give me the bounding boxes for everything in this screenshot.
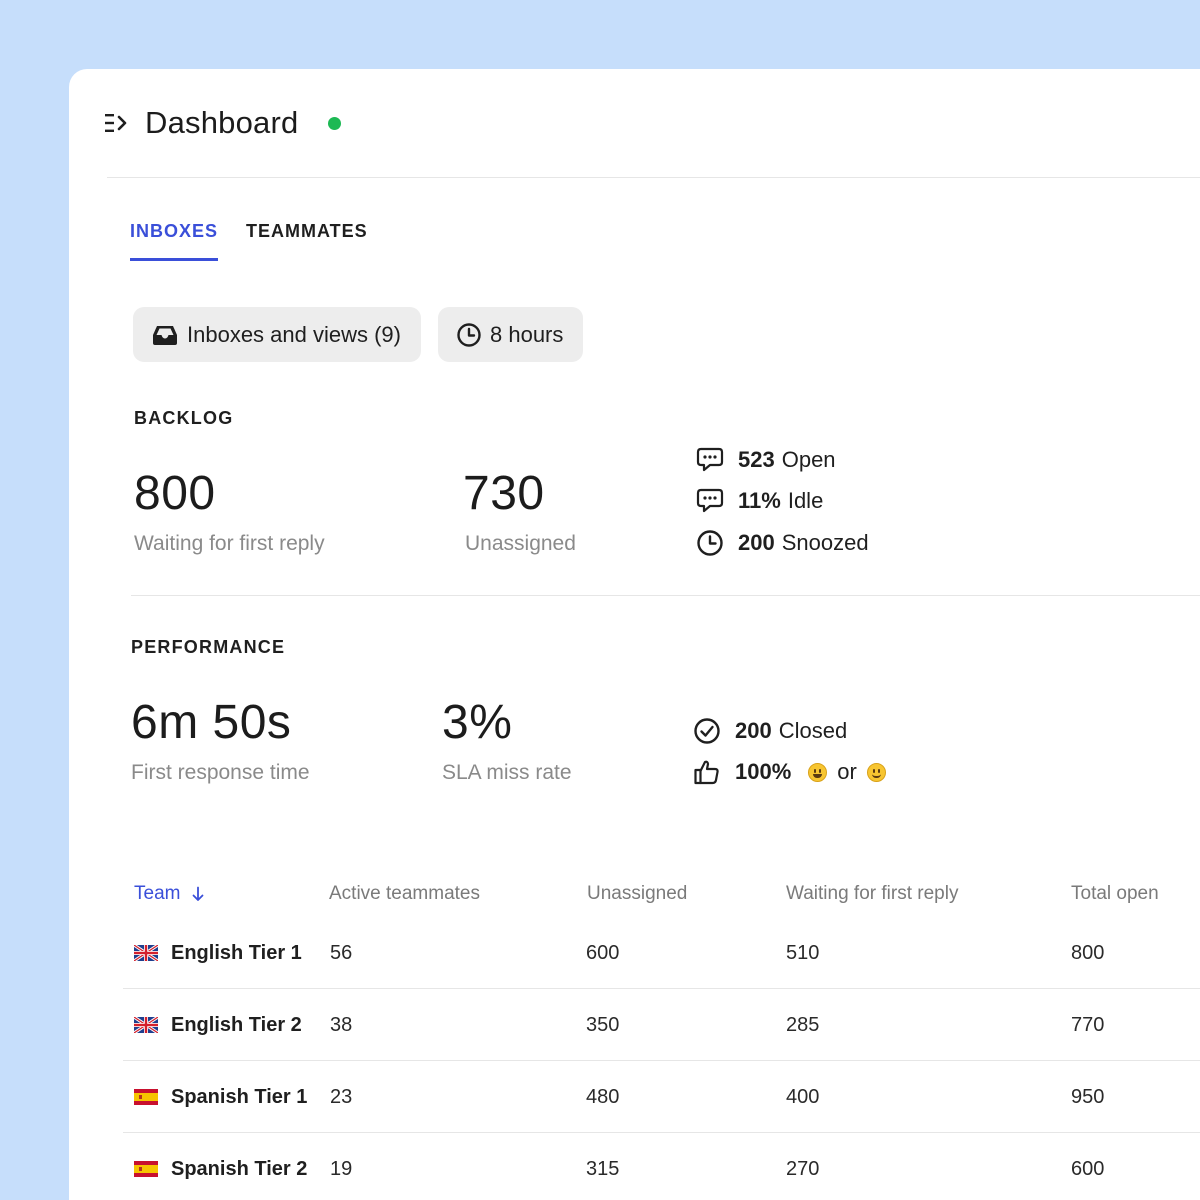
idle-value: 11% — [738, 488, 781, 513]
unassigned-cell: 315 — [586, 1157, 620, 1180]
grinning-face-icon — [808, 762, 828, 782]
spain-flag-icon — [134, 1089, 158, 1105]
inboxes-filter-button[interactable]: Inboxes and views (9) — [133, 307, 421, 362]
active-teammates-cell: 23 — [330, 1085, 353, 1108]
sla-miss-value: 3% — [442, 696, 513, 749]
open-label: Open — [781, 447, 836, 472]
first-response-label: First response time — [131, 761, 310, 784]
thumbs-up-icon — [694, 760, 719, 785]
open-value: 523 — [738, 447, 775, 472]
clock-icon — [457, 322, 481, 347]
closed-stat: 200 Closed — [693, 717, 847, 745]
backlog-heading: BACKLOG — [134, 408, 234, 428]
idle-label: Idle — [787, 488, 824, 513]
snoozed-label: Snoozed — [781, 530, 869, 555]
table-row[interactable]: English Tier 1 56 600 510 800 — [123, 917, 1200, 989]
column-header-total-open[interactable]: Total open — [1071, 883, 1159, 905]
waiting-cell: 510 — [786, 941, 820, 964]
backlog-divider — [131, 595, 1200, 596]
csat-stat: 100% or — [693, 758, 896, 786]
waiting-value: 800 — [134, 467, 216, 520]
snoozed-value: 200 — [738, 530, 775, 555]
unassigned-cell: 480 — [586, 1085, 620, 1108]
check-circle-icon — [694, 718, 720, 744]
table-row[interactable]: English Tier 2 38 350 285 770 — [123, 989, 1200, 1061]
clock-icon — [697, 530, 723, 556]
total-open-cell: 770 — [1071, 1013, 1105, 1036]
status-indicator — [328, 116, 342, 130]
column-header-unassigned[interactable]: Unassigned — [587, 883, 687, 905]
idle-stat: 11% Idle — [696, 488, 823, 514]
first-response-value: 6m 50s — [131, 696, 292, 749]
page-title: Dashboard — [145, 105, 299, 140]
chat-bubble-icon — [696, 488, 724, 513]
team-cell: Spanish Tier 1 — [134, 1061, 307, 1133]
snoozed-stat: 200 Snoozed — [696, 529, 869, 557]
tab-inboxes[interactable]: INBOXES — [130, 221, 219, 261]
uk-flag-icon — [134, 945, 158, 961]
active-teammates-cell: 19 — [330, 1157, 353, 1180]
unassigned-cell: 600 — [586, 941, 620, 964]
csat-value: 100% — [735, 759, 792, 784]
time-range-label: 8 hours — [490, 321, 564, 347]
waiting-cell: 400 — [786, 1085, 820, 1108]
header-divider — [107, 177, 1200, 178]
tab-teammates[interactable]: TEAMMATES — [246, 221, 368, 261]
filter-bar: Inboxes and views (9) 8 hours — [133, 307, 600, 362]
total-open-cell: 950 — [1071, 1085, 1105, 1108]
column-header-active-teammates[interactable]: Active teammates — [329, 883, 480, 905]
total-open-cell: 800 — [1071, 941, 1105, 964]
unassigned-value: 730 — [463, 467, 545, 520]
closed-label: Closed — [778, 718, 848, 743]
closed-value: 200 — [735, 718, 772, 743]
unassigned-cell: 350 — [586, 1013, 620, 1036]
expand-sidebar-icon[interactable] — [105, 112, 131, 134]
tab-bar: INBOXES TEAMMATES — [130, 221, 396, 261]
spain-flag-icon — [134, 1161, 158, 1177]
open-stat: 523 Open — [696, 447, 836, 473]
team-cell: English Tier 2 — [134, 989, 302, 1061]
column-header-waiting[interactable]: Waiting for first reply — [786, 883, 958, 905]
header: Dashboard — [105, 105, 342, 141]
performance-heading: PERFORMANCE — [131, 637, 286, 657]
inboxes-filter-label: Inboxes and views (9) — [187, 321, 401, 347]
smiling-face-icon — [866, 762, 886, 782]
sort-descending-icon — [193, 886, 204, 901]
time-range-button[interactable]: 8 hours — [438, 307, 584, 362]
dashboard-card: Dashboard INBOXES TEAMMATES Inboxes and … — [69, 69, 1200, 1200]
team-cell: Spanish Tier 2 — [134, 1133, 307, 1200]
active-teammates-cell: 38 — [330, 1013, 353, 1036]
column-header-team[interactable]: Team — [134, 883, 204, 905]
waiting-label: Waiting for first reply — [134, 532, 325, 555]
team-cell: English Tier 1 — [134, 917, 302, 989]
inbox-tray-icon — [153, 325, 177, 345]
chat-bubble-icon — [696, 447, 724, 472]
unassigned-label: Unassigned — [465, 532, 576, 555]
sla-miss-label: SLA miss rate — [442, 761, 572, 784]
waiting-cell: 285 — [786, 1013, 820, 1036]
table-row[interactable]: Spanish Tier 1 23 480 400 950 — [123, 1061, 1200, 1133]
uk-flag-icon — [134, 1017, 158, 1033]
waiting-cell: 270 — [786, 1157, 820, 1180]
total-open-cell: 600 — [1071, 1157, 1105, 1180]
table-row[interactable]: Spanish Tier 2 19 315 270 600 — [123, 1133, 1200, 1200]
active-teammates-cell: 56 — [330, 941, 353, 964]
csat-or-label: or — [837, 759, 857, 784]
